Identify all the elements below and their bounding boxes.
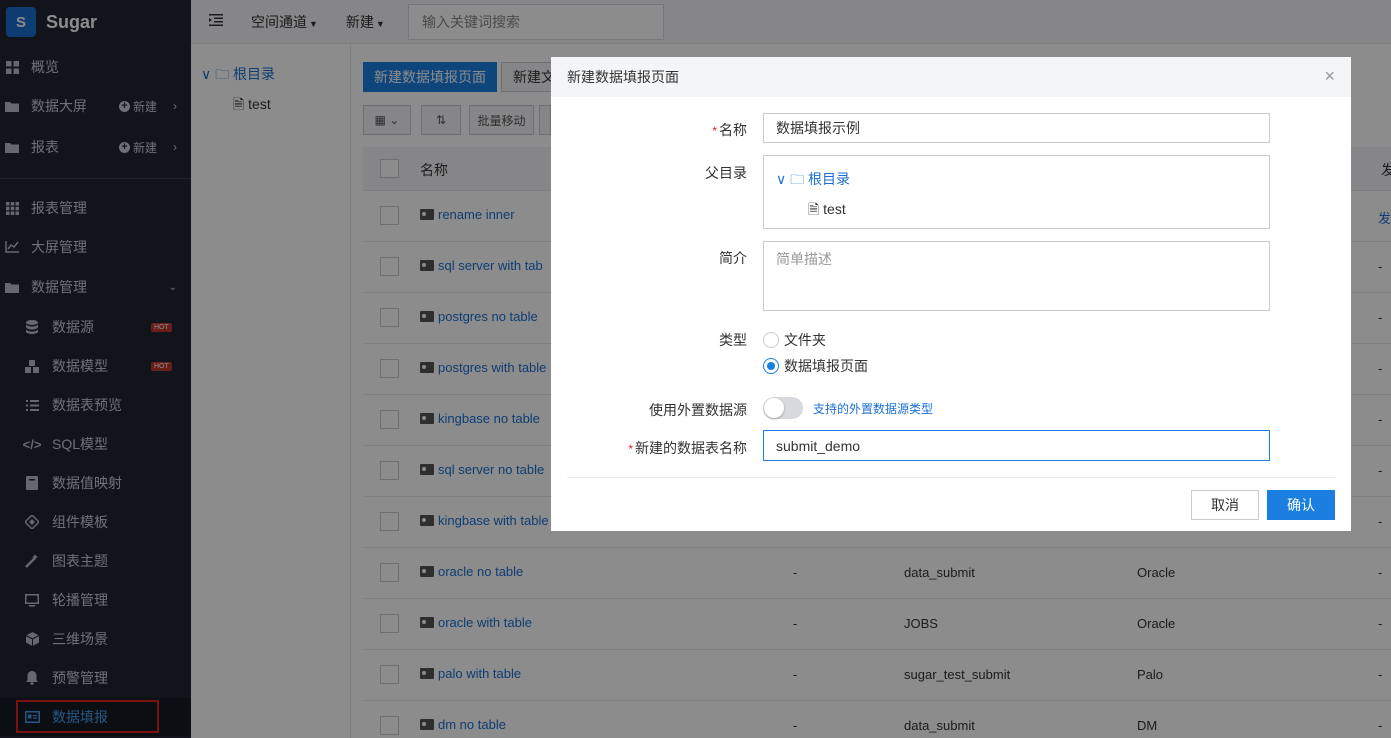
intro-label: 简介 xyxy=(719,250,747,266)
radio-icon xyxy=(763,332,779,348)
table-name-label: * 新建的数据表名称 xyxy=(628,440,747,456)
dialog-title: 新建数据填报页面 xyxy=(567,69,679,85)
table-name-input[interactable]: submit_demo xyxy=(763,430,1270,461)
chevron-down-icon: ∨ xyxy=(776,171,787,187)
parent-folder-tree: ∨ 🗀 根目录 🗎 test xyxy=(763,155,1270,229)
folder-open-icon: 🗀 xyxy=(790,171,805,187)
close-icon[interactable]: × xyxy=(1324,67,1335,85)
dialog-divider xyxy=(567,477,1335,478)
name-input[interactable]: 数据填报示例 xyxy=(763,113,1270,143)
radio-checked-icon xyxy=(763,358,779,374)
supported-sources-link[interactable]: 支持的外置数据源类型 xyxy=(813,400,933,417)
new-data-fill-page-dialog: 新建数据填报页面 × * 名称 数据填报示例 父目录 ∨ 🗀 根目录 🗎 test… xyxy=(551,57,1351,531)
parent-tree-root[interactable]: ∨ 🗀 根目录 xyxy=(776,169,850,193)
name-label: * 名称 xyxy=(712,122,747,138)
intro-textarea[interactable]: 简单描述 xyxy=(763,241,1270,311)
cancel-button[interactable]: 取消 xyxy=(1191,490,1259,520)
dialog-header: 新建数据填报页面 × xyxy=(551,57,1351,97)
parent-label: 父目录 xyxy=(705,165,747,181)
file-icon: 🗎 xyxy=(808,201,820,217)
type-label: 类型 xyxy=(719,332,747,348)
type-page-radio[interactable]: 数据填报页面 xyxy=(763,356,868,376)
external-source-label: 使用外置数据源 xyxy=(649,402,747,418)
parent-tree-item-test[interactable]: 🗎 test xyxy=(808,199,846,223)
confirm-button[interactable]: 确认 xyxy=(1267,490,1335,520)
type-folder-radio[interactable]: 文件夹 xyxy=(763,330,826,350)
external-source-toggle[interactable] xyxy=(763,397,803,419)
